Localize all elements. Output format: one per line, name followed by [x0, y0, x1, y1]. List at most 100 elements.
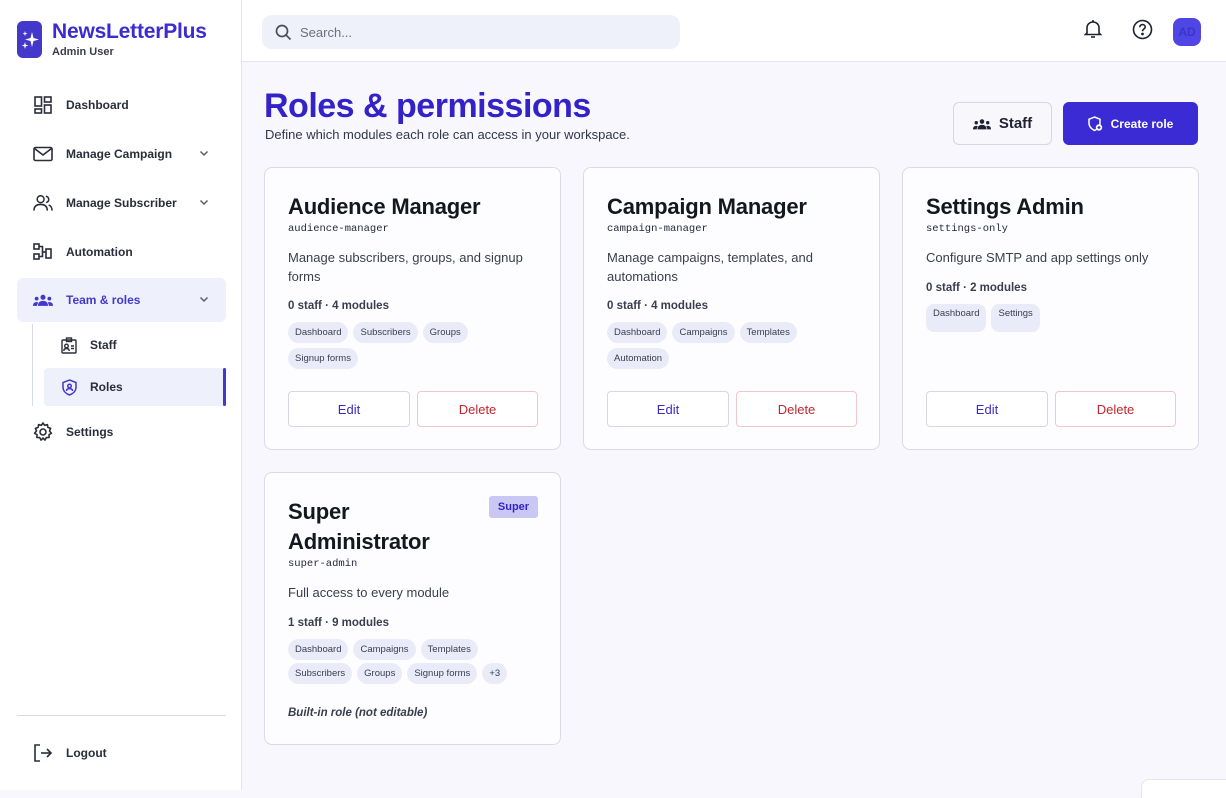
module-chip: Subscribers — [353, 322, 418, 343]
sidebar-item-label: Manage Campaign — [66, 147, 173, 161]
role-name: Settings Admin — [926, 194, 1084, 219]
create-role-button[interactable]: Create role — [1063, 102, 1198, 145]
logout-label: Logout — [66, 746, 107, 760]
sidebar-item-label: Manage Subscriber — [66, 196, 177, 210]
delete-role-button[interactable]: Delete — [736, 391, 857, 427]
delete-role-button[interactable]: Delete — [417, 391, 538, 427]
sidebar-item-settings[interactable]: Settings — [17, 410, 226, 454]
role-card-settings-admin: Settings Admin settings-only Configure S… — [902, 167, 1199, 450]
role-slug: super-admin — [288, 558, 358, 570]
role-card-super-administrator: Super Administrator Super super-admin Fu… — [264, 472, 561, 745]
search-bar[interactable] — [262, 15, 680, 49]
role-slug: settings-only — [926, 223, 1008, 235]
chevron-down-icon — [198, 147, 210, 162]
sidebar-subitem-label: Staff — [90, 338, 117, 352]
sidebar-item-team-roles[interactable]: Team & roles — [17, 278, 226, 322]
role-description: Configure SMTP and app settings only — [926, 250, 1149, 265]
page-title: Roles & permissions — [264, 87, 591, 125]
dashboard-icon — [33, 95, 53, 115]
module-chip: Campaigns — [353, 639, 416, 660]
sidebar-subitem-label: Roles — [90, 380, 123, 394]
id-badge-icon — [60, 336, 78, 354]
role-name-line: Administrator — [288, 529, 430, 554]
users-icon — [33, 193, 53, 213]
chevron-down-icon — [198, 293, 210, 308]
module-chip: Groups — [422, 322, 468, 343]
chevron-down-icon — [198, 196, 210, 211]
sidebar-subitem-staff[interactable]: Staff — [44, 326, 226, 364]
submenu-guide-line — [32, 324, 33, 406]
sidebar-subitem-roles[interactable]: Roles — [44, 368, 226, 406]
edit-role-button[interactable]: Edit — [607, 391, 729, 427]
mail-icon — [33, 144, 53, 164]
brand-name: NewsLetterPlus — [52, 20, 207, 43]
sidebar: NewsLetterPlus Admin User Dashboard Mana… — [0, 0, 242, 790]
role-description: Manage subscribers, groups, and signup f… — [288, 250, 523, 284]
edit-role-button[interactable]: Edit — [926, 391, 1048, 427]
avatar[interactable]: AD — [1173, 18, 1201, 46]
logout-button[interactable]: Logout — [17, 731, 226, 775]
search-input[interactable] — [300, 24, 660, 40]
team-icon — [33, 290, 53, 310]
page-subtitle: Define which modules each role can acces… — [265, 127, 630, 142]
team-icon — [972, 118, 991, 130]
module-chip: Subscribers — [288, 663, 353, 684]
role-name: Super Administrator — [288, 497, 478, 557]
sidebar-item-dashboard[interactable]: Dashboard — [17, 83, 226, 127]
module-chip: Templates — [739, 322, 797, 343]
gear-icon — [33, 422, 53, 442]
module-chips: Dashboard Campaigns Templates Subscriber… — [288, 639, 528, 684]
role-slug: campaign-manager — [607, 223, 708, 235]
module-chip: Signup forms — [288, 348, 358, 369]
role-slug: audience-manager — [288, 223, 389, 235]
edit-role-button[interactable]: Edit — [288, 391, 410, 427]
role-card-audience-manager: Audience Manager audience-manager Manage… — [264, 167, 561, 450]
sidebar-item-manage-campaign[interactable]: Manage Campaign — [17, 132, 226, 176]
role-meta: 1 staff · 9 modules — [288, 617, 389, 629]
topbar: AD — [242, 0, 1226, 62]
role-name: Campaign Manager — [607, 194, 807, 219]
sidebar-item-label: Settings — [66, 425, 114, 439]
module-chip: Dashboard — [288, 639, 349, 660]
module-chip: Dashboard — [607, 322, 668, 343]
sidebar-divider — [17, 715, 226, 716]
module-chip: Automation — [607, 348, 670, 369]
builtin-note: Built-in role (not editable) — [288, 707, 428, 719]
role-description: Full access to every module — [288, 585, 450, 600]
bell-icon[interactable] — [1082, 18, 1104, 40]
role-meta: 0 staff · 2 modules — [926, 282, 1027, 294]
sidebar-item-manage-subscriber[interactable]: Manage Subscriber — [17, 181, 226, 225]
role-name-line: Super — [288, 499, 350, 524]
sidebar-item-label: Dashboard — [66, 98, 129, 112]
module-chip: Templates — [420, 639, 478, 660]
more-modules-chip: +3 — [482, 663, 508, 684]
search-icon — [275, 24, 292, 41]
automation-icon — [33, 242, 53, 262]
staff-button-label: Staff — [998, 115, 1033, 132]
sparkle-logo-icon — [17, 21, 42, 58]
sidebar-item-label: Team & roles — [66, 293, 141, 307]
role-name: Audience Manager — [288, 194, 481, 219]
module-chip: Groups — [357, 663, 403, 684]
role-description: Manage campaigns, templates, and automat… — [607, 250, 813, 284]
create-role-label: Create role — [1110, 116, 1174, 131]
staff-button[interactable]: Staff — [953, 102, 1052, 145]
delete-role-button[interactable]: Delete — [1055, 391, 1176, 427]
module-chips: Dashboard Subscribers Groups Signup form… — [288, 322, 518, 369]
role-meta: 0 staff · 4 modules — [607, 300, 708, 312]
shield-icon — [60, 378, 78, 396]
module-chip: Signup forms — [407, 663, 478, 684]
current-user-name: Admin User — [52, 46, 114, 58]
role-card-campaign-manager: Campaign Manager campaign-manager Manage… — [583, 167, 880, 450]
module-chips: Dashboard Settings — [926, 304, 1156, 332]
module-chip: Dashboard — [288, 322, 349, 343]
module-chip: Campaigns — [672, 322, 735, 343]
floating-widget-edge — [1141, 779, 1226, 798]
module-chip: Dashboard — [926, 304, 987, 332]
brand[interactable]: NewsLetterPlus Admin User — [17, 20, 207, 59]
sidebar-item-automation[interactable]: Automation — [17, 230, 226, 274]
sidebar-item-label: Automation — [66, 245, 133, 259]
role-meta: 0 staff · 4 modules — [288, 300, 389, 312]
module-chip: Settings — [991, 304, 1040, 332]
help-icon[interactable] — [1131, 18, 1153, 40]
